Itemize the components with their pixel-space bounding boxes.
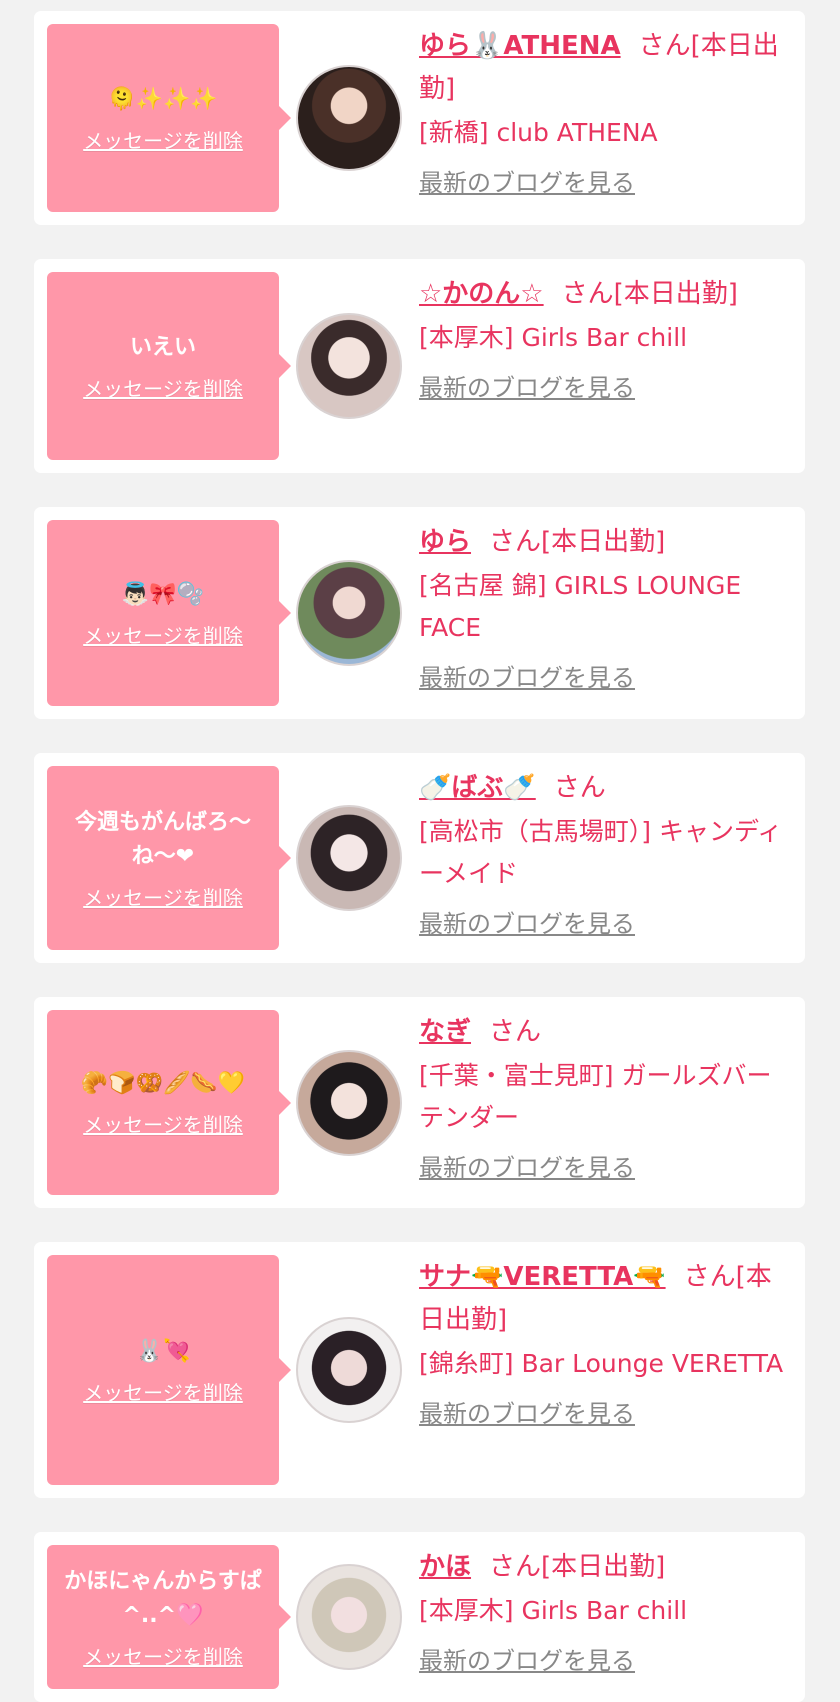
delete-message-link[interactable]: メッセージを削除 — [83, 1641, 243, 1670]
delete-message-link[interactable]: メッセージを削除 — [83, 373, 243, 402]
shop-name: [本厚木] Girls Bar chill — [419, 1596, 688, 1625]
latest-blog-link[interactable]: 最新のブログを見る — [419, 368, 635, 403]
shop-name: [新橋] club ATHENA — [419, 118, 658, 147]
delete-message-link[interactable]: メッセージを削除 — [83, 620, 243, 649]
message-text: 今週もがんばろ〜ね〜❤ — [74, 809, 251, 869]
message-bubble: 🫠✨✨✨ メッセージを削除 — [47, 24, 291, 212]
list-item: かほにゃんからすぱ^..^🩷 メッセージを削除 かほ さん[本日出勤] [本厚木]… — [34, 1532, 805, 1702]
delete-message-link[interactable]: メッセージを削除 — [83, 1109, 243, 1138]
shop-name: [高松市（古馬場町）] キャンディーメイド — [419, 817, 783, 888]
avatar-container — [279, 259, 419, 473]
avatar[interactable] — [296, 313, 402, 419]
delete-message-link[interactable]: メッセージを削除 — [83, 1377, 243, 1406]
list-item: 🥐🍞🥨🥖🌭💛 メッセージを削除 なぎ さん [千葉・富士見町] ガールズバー テン… — [34, 997, 805, 1208]
user-name-link[interactable]: サナ🔫VERETTA🔫 — [419, 1262, 666, 1292]
status-badge: [本日出勤] — [613, 279, 738, 309]
delete-message-link[interactable]: メッセージを削除 — [83, 125, 243, 154]
honorific: さん — [638, 31, 691, 61]
avatar-container — [279, 753, 419, 963]
user-info: なぎ さん [千葉・富士見町] ガールズバー テンダー 最新のブログを見る — [419, 997, 805, 1197]
avatar[interactable] — [296, 560, 402, 666]
message-bubble: いえい メッセージを削除 — [47, 272, 291, 460]
list-item: 🐰💘 メッセージを削除 サナ🔫VERETTA🔫 さん[本日出勤] [錦糸町] Ba… — [34, 1242, 805, 1498]
avatar-container — [279, 1242, 419, 1498]
avatar[interactable] — [296, 1049, 402, 1156]
honorific: さん — [489, 1552, 542, 1582]
delete-message-link[interactable]: メッセージを削除 — [83, 882, 243, 911]
user-info: 🍼ばぶ🍼 さん [高松市（古馬場町）] キャンディーメイド 最新のブログを見る — [419, 753, 805, 953]
message-text: いえい — [129, 334, 196, 360]
message-text: かほにゃんからすぱ^..^🩷 — [64, 1568, 262, 1628]
latest-blog-link[interactable]: 最新のブログを見る — [419, 1148, 635, 1183]
latest-blog-link[interactable]: 最新のブログを見る — [419, 1394, 635, 1429]
message-text: 🫠✨✨✨ — [108, 86, 218, 112]
honorific: さん — [561, 279, 614, 309]
avatar-container — [279, 997, 419, 1208]
list-item: いえい メッセージを削除 ☆かのん☆ さん[本日出勤] [本厚木] Girls B… — [34, 259, 805, 473]
user-name-link[interactable]: ゆら — [419, 527, 471, 557]
avatar[interactable] — [296, 65, 402, 171]
honorific: さん — [489, 1017, 542, 1047]
list-item: 🫠✨✨✨ メッセージを削除 ゆら🐰ATHENA さん[本日出勤] [新橋] clu… — [34, 11, 805, 225]
user-info: ゆら🐰ATHENA さん[本日出勤] [新橋] club ATHENA 最新のブロ… — [419, 11, 805, 212]
message-list: 🫠✨✨✨ メッセージを削除 ゆら🐰ATHENA さん[本日出勤] [新橋] clu… — [0, 0, 840, 1702]
user-info: ゆら さん[本日出勤] [名古屋 錦] GIRLS LOUNGE FACE 最新の… — [419, 507, 805, 707]
latest-blog-link[interactable]: 最新のブログを見る — [419, 1641, 635, 1676]
message-text: 👼🏻🎀🫧 — [121, 581, 205, 607]
avatar-container — [279, 11, 419, 225]
status-badge: [本日出勤] — [541, 527, 666, 557]
shop-name: [本厚木] Girls Bar chill — [419, 323, 688, 352]
status-badge: [本日出勤] — [541, 1552, 666, 1582]
message-bubble: 🐰💘 メッセージを削除 — [47, 1255, 291, 1485]
user-name-link[interactable]: ☆かのん☆ — [419, 279, 544, 309]
avatar-container — [279, 507, 419, 719]
latest-blog-link[interactable]: 最新のブログを見る — [419, 658, 635, 693]
message-bubble: 今週もがんばろ〜ね〜❤ メッセージを削除 — [47, 766, 291, 950]
avatar-container — [279, 1532, 419, 1702]
latest-blog-link[interactable]: 最新のブログを見る — [419, 904, 635, 939]
list-item: 👼🏻🎀🫧 メッセージを削除 ゆら さん[本日出勤] [名古屋 錦] GIRLS L… — [34, 507, 805, 719]
user-info: ☆かのん☆ さん[本日出勤] [本厚木] Girls Bar chill 最新のブ… — [419, 259, 805, 417]
user-name-link[interactable]: なぎ — [419, 1017, 471, 1047]
latest-blog-link[interactable]: 最新のブログを見る — [419, 163, 635, 198]
message-text: 🐰💘 — [135, 1338, 191, 1364]
honorific: さん — [553, 773, 606, 803]
message-bubble: 🥐🍞🥨🥖🌭💛 メッセージを削除 — [47, 1010, 291, 1195]
shop-name: [錦糸町] Bar Lounge VERETTA — [419, 1349, 784, 1378]
avatar[interactable] — [296, 1564, 402, 1670]
avatar[interactable] — [296, 1317, 402, 1423]
user-info: サナ🔫VERETTA🔫 さん[本日出勤] [錦糸町] Bar Lounge VER… — [419, 1242, 805, 1443]
user-name-link[interactable]: ゆら🐰ATHENA — [419, 31, 621, 61]
user-name-link[interactable]: かほ — [419, 1552, 471, 1582]
honorific: さん — [683, 1262, 736, 1292]
honorific: さん — [489, 527, 542, 557]
message-bubble: 👼🏻🎀🫧 メッセージを削除 — [47, 520, 291, 706]
list-item: 今週もがんばろ〜ね〜❤ メッセージを削除 🍼ばぶ🍼 さん [高松市（古馬場町）] … — [34, 753, 805, 963]
message-text: 🥐🍞🥨🥖🌭💛 — [80, 1071, 246, 1096]
avatar[interactable] — [296, 805, 402, 911]
message-bubble: かほにゃんからすぱ^..^🩷 メッセージを削除 — [47, 1545, 291, 1689]
user-info: かほ さん[本日出勤] [本厚木] Girls Bar chill 最新のブログを… — [419, 1532, 805, 1690]
shop-name: [千葉・富士見町] ガールズバー テンダー — [419, 1061, 772, 1132]
user-name-link[interactable]: 🍼ばぶ🍼 — [419, 773, 536, 803]
shop-name: [名古屋 錦] GIRLS LOUNGE FACE — [419, 571, 742, 642]
